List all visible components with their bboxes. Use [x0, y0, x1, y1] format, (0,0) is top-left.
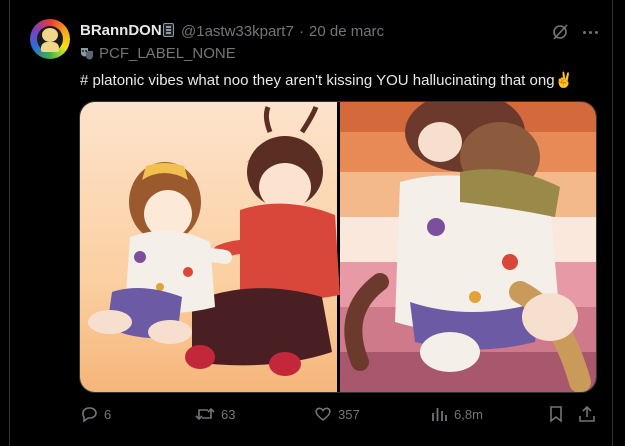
id-card-icon [163, 23, 174, 37]
views-button[interactable]: 6,8m [430, 404, 483, 424]
left-column-border [0, 0, 10, 446]
avatar-body [41, 42, 59, 52]
masks-icon [80, 46, 94, 60]
more-dots-icon[interactable] [580, 22, 600, 42]
post-actions-bar: 6 63 357 6,8m [80, 404, 600, 424]
meta-separator: · [299, 23, 304, 40]
avatar[interactable] [30, 19, 70, 59]
post-date[interactable]: 20 de marc [309, 23, 384, 40]
post-label: PCF_LABEL_NONE [99, 45, 236, 62]
share-icon [579, 405, 595, 422]
reply-icon [82, 407, 97, 423]
bookmark-icon [550, 406, 562, 423]
author-handle[interactable]: @1astw33kpart7 [181, 23, 294, 40]
author-name[interactable]: BRannDON [80, 22, 162, 39]
grok-slash-icon[interactable] [551, 23, 569, 41]
share-button[interactable] [578, 404, 596, 424]
reply-button[interactable]: 6 [80, 404, 111, 424]
bookmark-button[interactable] [548, 404, 564, 424]
repost-button[interactable]: 63 [195, 404, 235, 424]
heart-icon [315, 407, 331, 421]
views-chart-icon [432, 408, 447, 421]
post-media-image[interactable] [79, 101, 597, 393]
reply-count: 6 [104, 406, 112, 422]
post-text: # platonic vibes what noo they aren't ki… [80, 72, 574, 89]
right-column-border [612, 0, 613, 446]
repost-count: 63 [221, 406, 236, 422]
avatar-face [42, 28, 58, 42]
repost-icon [195, 407, 215, 421]
views-count: 6,8m [454, 406, 483, 422]
like-button[interactable]: 357 [314, 404, 360, 424]
like-count: 357 [338, 406, 360, 422]
